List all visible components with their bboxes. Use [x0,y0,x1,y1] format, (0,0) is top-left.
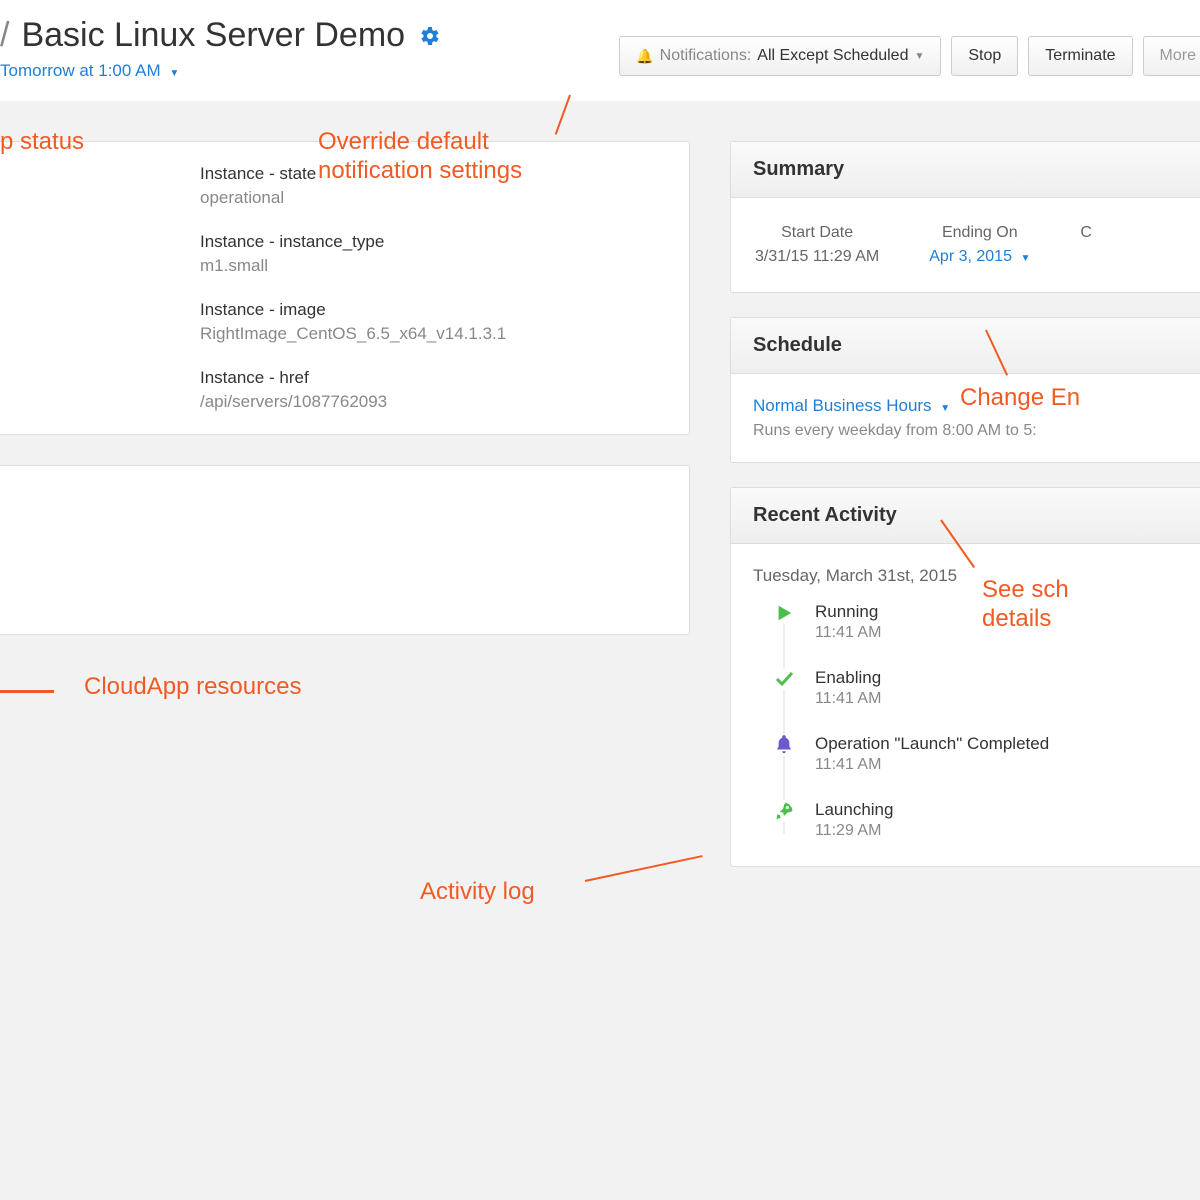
gear-icon[interactable] [417,24,441,48]
notifications-button[interactable]: 🔔 Notifications: All Except Scheduled ▼ [619,36,941,76]
notifications-prefix: Notifications: [660,47,752,65]
schedule-link-text: Normal Business Hours [753,396,932,415]
start-date-label: Start Date [781,224,853,242]
next-run-text: Tomorrow at 1:00 AM [0,61,161,80]
more-button[interactable]: More [1143,36,1200,76]
schedule-desc: Runs every weekday from 8:00 AM to 5: [753,422,1178,440]
bell-icon [773,734,795,756]
caret-down-icon: ▼ [169,68,179,79]
schedule-title: Schedule [731,318,1200,374]
activity-item: Enabling 11:41 AM [773,668,1178,708]
title-area: / Basic Linux Server Demo Tomorrow at 1:… [0,16,441,81]
activity-timeline: Running 11:41 AM Enabling 11:41 AM [773,602,1178,840]
main-columns: Instance - state operational Instance - … [0,141,1200,867]
bell-icon: 🔔 [636,48,653,65]
left-column: Instance - state operational Instance - … [0,141,690,867]
activity-item: Launching 11:29 AM [773,800,1178,840]
summary-card: Summary Start Date 3/31/15 11:29 AM Endi… [730,141,1200,293]
annotation-activity: Activity log [420,878,535,907]
instance-href-value: /api/servers/1087762093 [200,392,667,412]
activity-item-time: 11:29 AM [815,822,893,840]
activity-title: Recent Activity [731,488,1200,544]
activity-card: Recent Activity Tuesday, March 31st, 201… [730,487,1200,867]
summary-row: Start Date 3/31/15 11:29 AM Ending On Ap… [753,220,1178,270]
schedule-card: Schedule Normal Business Hours ▼ Runs ev… [730,317,1200,463]
next-run-link[interactable]: Tomorrow at 1:00 AM ▼ [0,61,441,81]
activity-item-time: 11:41 AM [815,756,1049,774]
activity-item-title: Launching [815,800,893,820]
instance-image-value: RightImage_CentOS_6.5_x64_v14.1.3.1 [200,324,667,344]
caret-down-icon: ▼ [914,51,924,62]
ending-on-label: Ending On [942,224,1018,242]
summary-title: Summary [731,142,1200,198]
activity-item-title: Running [815,602,881,622]
check-icon [773,668,795,690]
instance-href-label: Instance - href [200,368,667,388]
notifications-value: All Except Scheduled [757,47,908,65]
instance-state-value: operational [200,188,667,208]
ending-on-value[interactable]: Apr 3, 2015 ▼ [929,248,1030,266]
schedule-link[interactable]: Normal Business Hours ▼ [753,396,1178,416]
ending-on-text: Apr 3, 2015 [929,248,1012,265]
instance-body: Instance - state operational Instance - … [0,142,689,434]
right-column: Summary Start Date 3/31/15 11:29 AM Endi… [730,141,1200,867]
activity-item: Running 11:41 AM [773,602,1178,642]
stop-button[interactable]: Stop [951,36,1018,76]
toolbar: 🔔 Notifications: All Except Scheduled ▼ … [619,16,1200,76]
activity-item: Operation "Launch" Completed 11:41 AM [773,734,1178,774]
activity-item-time: 11:41 AM [815,624,881,642]
instance-image-label: Instance - image [200,300,667,320]
resources-card [0,465,690,635]
activity-date: Tuesday, March 31st, 2015 [753,566,1178,586]
play-icon [773,602,795,624]
page-title: Basic Linux Server Demo [21,16,405,55]
rocket-icon [773,800,795,822]
start-date-value: 3/31/15 11:29 AM [755,248,879,266]
activity-item-time: 11:41 AM [815,690,881,708]
instance-type-value: m1.small [200,256,667,276]
activity-item-title: Enabling [815,668,881,688]
page-header: / Basic Linux Server Demo Tomorrow at 1:… [0,0,1200,101]
extra-col-label: C [1080,224,1092,242]
instance-state-label: Instance - state [200,164,667,184]
instance-type-label: Instance - instance_type [200,232,667,252]
caret-down-icon: ▼ [940,403,950,414]
terminate-button[interactable]: Terminate [1028,36,1132,76]
breadcrumb-slash: / [0,16,9,55]
caret-down-icon: ▼ [1020,253,1030,264]
instance-card: Instance - state operational Instance - … [0,141,690,435]
activity-item-title: Operation "Launch" Completed [815,734,1049,754]
